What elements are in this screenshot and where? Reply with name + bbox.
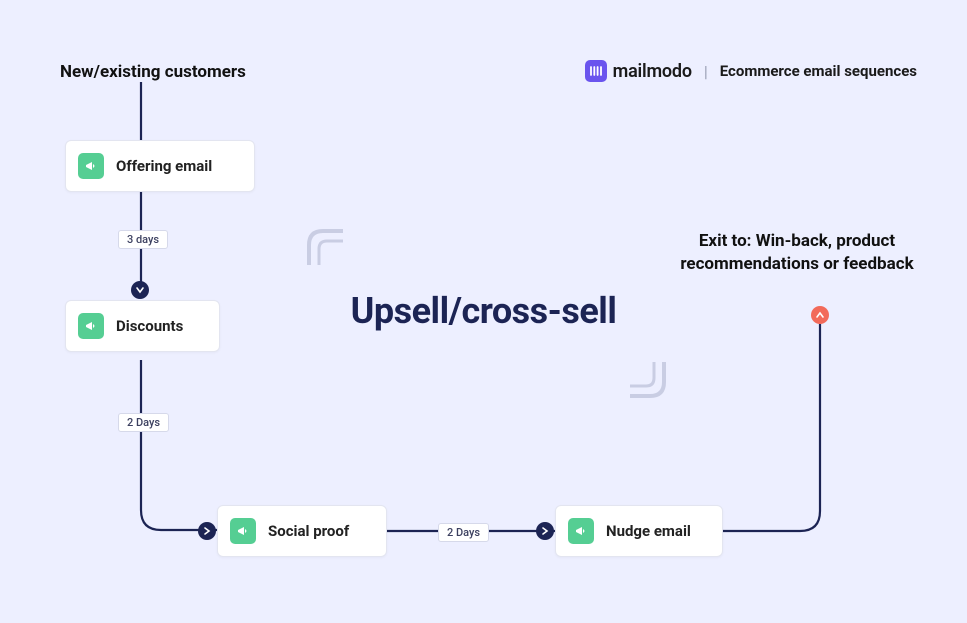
- diagram-title: Upsell/cross-sell: [351, 290, 617, 332]
- header-divider: |: [704, 62, 708, 81]
- arrow-down-icon: [131, 281, 149, 299]
- brand-name: mailmodo: [613, 61, 692, 82]
- start-label: New/existing customers: [60, 62, 246, 82]
- header: mailmodo | Ecommerce email sequences: [585, 60, 917, 82]
- delay-badge-2: 2 Days: [118, 413, 169, 432]
- node-offering-email: Offering email: [65, 140, 255, 192]
- arrow-right-icon: [198, 522, 216, 540]
- arrow-right-icon: [536, 522, 554, 540]
- node-social-proof: Social proof: [217, 505, 387, 557]
- delay-badge-3: 2 Days: [438, 523, 489, 542]
- exit-label: Exit to: Win-back, product recommendatio…: [667, 230, 927, 276]
- arrow-up-icon: [811, 306, 829, 324]
- megaphone-icon: [78, 313, 104, 339]
- node-label: Discounts: [116, 317, 183, 335]
- node-label: Social proof: [268, 522, 349, 540]
- node-label: Offering email: [116, 157, 212, 175]
- node-nudge-email: Nudge email: [555, 505, 723, 557]
- node-discounts: Discounts: [65, 300, 220, 352]
- megaphone-icon: [568, 518, 594, 544]
- brand-logo: mailmodo: [585, 60, 692, 82]
- header-subtitle: Ecommerce email sequences: [720, 62, 917, 80]
- megaphone-icon: [230, 518, 256, 544]
- mailmodo-logo-icon: [585, 60, 607, 82]
- delay-badge-1: 3 days: [118, 230, 168, 249]
- node-label: Nudge email: [606, 522, 691, 540]
- megaphone-icon: [78, 153, 104, 179]
